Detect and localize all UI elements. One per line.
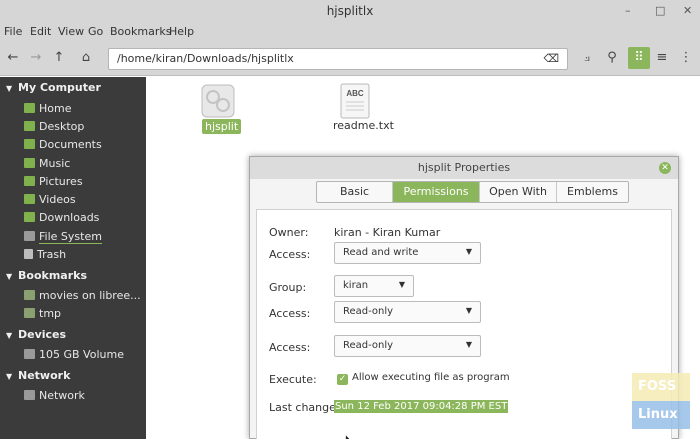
tab-emblems[interactable]: Emblems xyxy=(557,182,628,202)
dialog-tabs: Basic Permissions Open With Emblems xyxy=(316,181,629,203)
permissions-panel: Owner: kiran - Kiran Kumar Access: Read … xyxy=(256,209,672,439)
clear-icon[interactable]: ⌫ xyxy=(543,52,559,65)
folder-icon xyxy=(24,212,35,222)
sidebar-item-pictures[interactable]: Pictures xyxy=(24,175,83,188)
chevron-down-icon: ▼ xyxy=(398,280,405,289)
dialog-title: hjsplit Properties xyxy=(250,157,678,179)
executable-icon[interactable] xyxy=(200,83,236,119)
close-window-icon[interactable]: ✕ xyxy=(683,4,692,17)
up-arrow-icon[interactable]: ↑ xyxy=(48,47,70,69)
folder-icon xyxy=(24,176,35,186)
chevron-down-icon: ▼ xyxy=(465,306,472,315)
home-icon[interactable]: ⌂ xyxy=(75,47,97,69)
mouse-cursor-icon xyxy=(341,433,355,439)
forward-arrow-icon[interactable]: → xyxy=(25,47,47,69)
drive-icon xyxy=(24,231,35,241)
folder-icon xyxy=(24,139,35,149)
execute-checkbox-label[interactable]: Allow executing file as program xyxy=(352,372,510,383)
execute-checkbox[interactable]: ✓ xyxy=(337,374,348,385)
sidebar-item-desktop[interactable]: Desktop xyxy=(24,120,84,133)
tab-permissions[interactable]: Permissions xyxy=(393,182,480,202)
folder-icon xyxy=(24,194,35,204)
sidebar-header-network[interactable]: ▼ Network xyxy=(6,369,70,382)
folder-icon xyxy=(24,121,35,131)
sidebar-item-movies[interactable]: movies on libree... xyxy=(24,289,141,302)
compact-view-icon[interactable]: ⋮ xyxy=(675,47,697,69)
location-field[interactable]: /home/kiran/Downloads/hjsplitlx ⌫ xyxy=(108,48,568,70)
chevron-down-icon: ▼ xyxy=(465,247,472,256)
back-arrow-icon[interactable]: ← xyxy=(2,47,24,69)
network-icon xyxy=(24,390,35,400)
toggle-location-icon[interactable]: ⟓ xyxy=(576,47,598,69)
menu-bar: File Edit View Go Bookmarks Help xyxy=(0,22,700,42)
watermark-logo: FOSS Linux xyxy=(632,373,690,429)
sidebar-item-file-system[interactable]: File System xyxy=(24,230,102,244)
sidebar-item-documents[interactable]: Documents xyxy=(24,138,102,151)
search-icon[interactable]: ⚲ xyxy=(601,47,623,69)
group-access-select[interactable]: Read-only ▼ xyxy=(334,301,481,323)
sidebar-item-music[interactable]: Music xyxy=(24,157,70,170)
sidebar-item-tmp[interactable]: tmp xyxy=(24,307,61,320)
sidebar-header-devices[interactable]: ▼ Devices xyxy=(6,328,66,341)
menu-edit[interactable]: Edit xyxy=(30,25,51,38)
tab-basic[interactable]: Basic xyxy=(317,182,393,202)
close-icon[interactable]: ✕ xyxy=(659,162,671,174)
properties-dialog: hjsplit Properties ✕ Basic Permissions O… xyxy=(249,156,679,439)
folder-icon xyxy=(24,290,35,300)
watermark-line1: FOSS xyxy=(638,379,677,394)
watermark-line2: Linux xyxy=(638,407,678,422)
owner-access-label: Access: xyxy=(269,248,311,261)
sidebar-header-bookmarks[interactable]: ▼ Bookmarks xyxy=(6,269,87,282)
menu-view[interactable]: View xyxy=(58,25,84,38)
sidebar-item-videos[interactable]: Videos xyxy=(24,193,76,206)
tab-open-with[interactable]: Open With xyxy=(480,182,557,202)
list-view-icon[interactable]: ≡ xyxy=(651,47,673,69)
group-label: Group: xyxy=(269,281,307,294)
menu-bookmarks[interactable]: Bookmarks xyxy=(110,25,171,38)
others-access-select[interactable]: Read-only ▼ xyxy=(334,335,481,357)
sidebar-item-network[interactable]: Network xyxy=(24,389,85,402)
sidebar-item-trash[interactable]: Trash xyxy=(24,248,66,261)
toolbar: ← → ↑ ⌂ /home/kiran/Downloads/hjsplitlx … xyxy=(0,42,700,76)
chevron-down-icon: ▼ xyxy=(6,372,13,381)
trash-icon xyxy=(24,249,33,259)
folder-icon xyxy=(24,158,35,168)
group-select[interactable]: kiran ▼ xyxy=(334,275,414,297)
minimize-icon[interactable]: – xyxy=(625,4,631,17)
menu-go[interactable]: Go xyxy=(88,25,103,38)
owner-label: Owner: xyxy=(269,226,309,239)
home-folder-icon xyxy=(24,103,35,113)
chevron-down-icon: ▼ xyxy=(6,331,13,340)
sidebar: ▼ My Computer Home Desktop Documents Musi… xyxy=(0,77,146,439)
title-bar: hjsplitlx – □ ✕ xyxy=(0,0,700,22)
sidebar-header-my-computer[interactable]: ▼ My Computer xyxy=(6,81,101,94)
chevron-down-icon: ▼ xyxy=(6,84,13,93)
icon-view-icon[interactable]: ⠿ xyxy=(628,47,650,69)
location-path: /home/kiran/Downloads/hjsplitlx xyxy=(117,52,294,65)
menu-file[interactable]: File xyxy=(4,25,22,38)
menu-help[interactable]: Help xyxy=(169,25,194,38)
window-title: hjsplitlx xyxy=(326,4,374,18)
chevron-down-icon: ▼ xyxy=(465,340,472,349)
sidebar-item-home[interactable]: Home xyxy=(24,102,71,115)
group-access-label: Access: xyxy=(269,307,311,320)
text-file-icon[interactable]: ABC xyxy=(338,83,372,119)
execute-label: Execute: xyxy=(269,373,317,386)
owner-access-select[interactable]: Read and write ▼ xyxy=(334,242,481,264)
others-access-label: Access: xyxy=(269,341,311,354)
sidebar-item-volume[interactable]: 105 GB Volume xyxy=(24,348,124,361)
sidebar-item-downloads[interactable]: Downloads xyxy=(24,211,99,224)
drive-icon xyxy=(24,349,35,359)
text-file-icon-label: ABC xyxy=(346,89,364,98)
owner-value: kiran - Kiran Kumar xyxy=(334,226,441,239)
file-label-hjsplit[interactable]: hjsplit xyxy=(202,119,242,134)
folder-icon xyxy=(24,308,35,318)
last-changed-value: Sun 12 Feb 2017 09:04:28 PM EST xyxy=(334,400,509,413)
chevron-down-icon: ▼ xyxy=(6,272,13,281)
maximize-icon[interactable]: □ xyxy=(655,4,665,17)
file-label-readme[interactable]: readme.txt xyxy=(333,119,394,132)
